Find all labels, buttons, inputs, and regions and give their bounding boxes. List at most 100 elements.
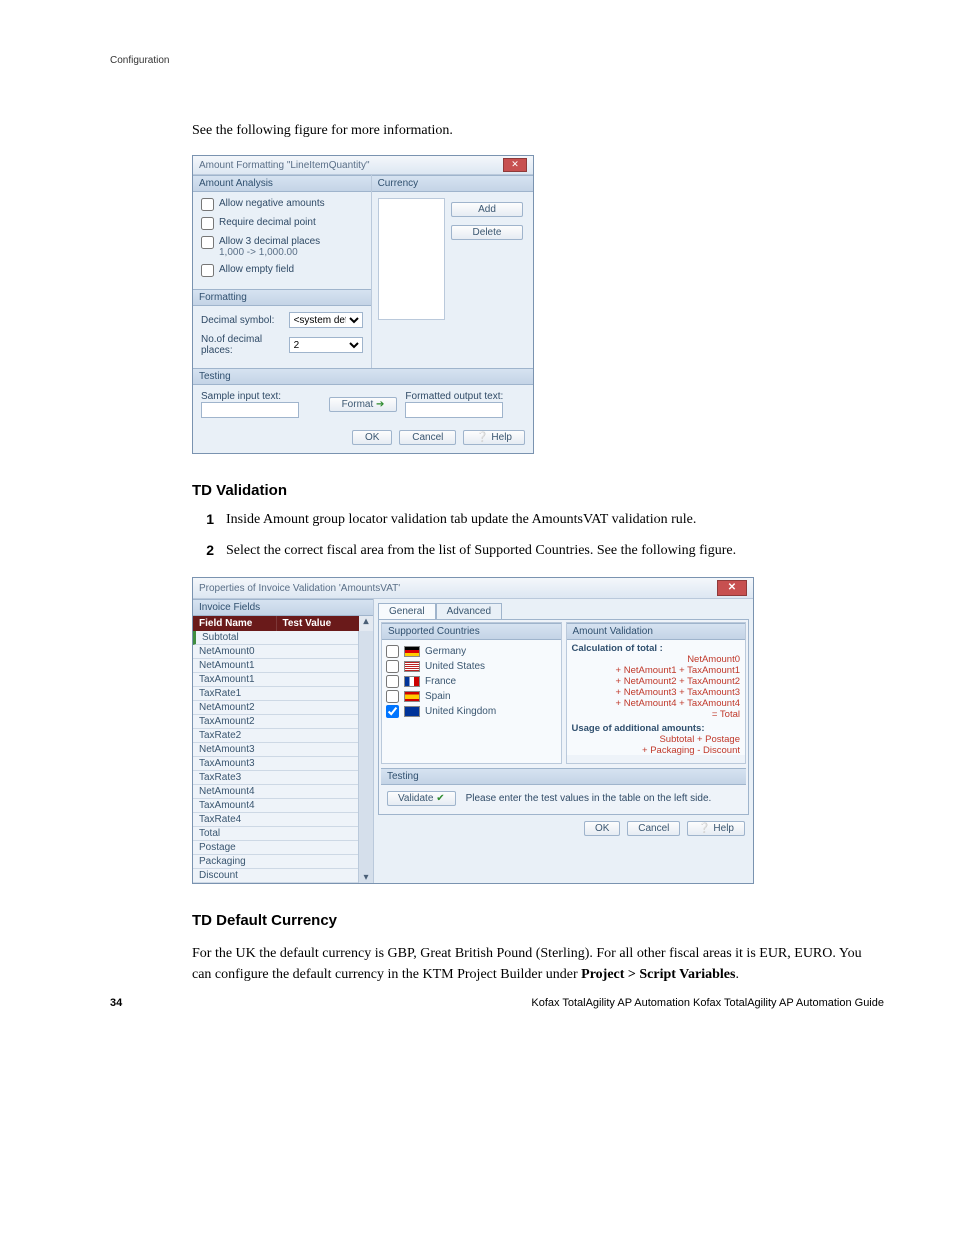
help-button[interactable]: ❔ Help xyxy=(463,430,525,445)
flag-icon-es xyxy=(404,691,420,702)
table-row[interactable]: TaxRate1 xyxy=(193,687,358,701)
dialog-title: Amount Formatting "LineItemQuantity" xyxy=(199,160,370,171)
country-label: United States xyxy=(425,661,485,672)
country-checkbox-uk[interactable] xyxy=(386,705,399,718)
usage-line: + Packaging - Discount xyxy=(572,745,741,755)
col-test-value: Test Value xyxy=(277,616,360,631)
sample-input-label: Sample input text: xyxy=(201,391,321,402)
table-row[interactable]: Packaging xyxy=(193,855,358,869)
help-icon: ❔ xyxy=(698,823,710,834)
ok-button[interactable]: OK xyxy=(584,821,620,836)
table-row[interactable]: Subtotal xyxy=(193,631,358,645)
list-number: 1 xyxy=(192,509,214,530)
flag-icon-de xyxy=(404,646,420,657)
table-row[interactable]: TaxRate4 xyxy=(193,813,358,827)
td-default-currency-heading: TD Default Currency xyxy=(192,912,884,929)
allow-empty-checkbox[interactable] xyxy=(201,264,214,277)
sample-input-field[interactable] xyxy=(201,402,299,418)
scrollbar[interactable]: ▾ xyxy=(358,631,373,883)
table-row[interactable]: TaxRate3 xyxy=(193,771,358,785)
formatted-output-label: Formatted output text: xyxy=(405,391,525,402)
table-row[interactable]: NetAmount0 xyxy=(193,645,358,659)
table-row[interactable]: NetAmount3 xyxy=(193,743,358,757)
intro-paragraph: See the following figure for more inform… xyxy=(192,120,884,141)
allow-3dec-label: Allow 3 decimal places xyxy=(219,236,320,247)
usage-label: Usage of additional amounts: xyxy=(572,723,741,734)
footer-doc-title: Kofax TotalAgility AP Automation Kofax T… xyxy=(531,997,884,1009)
calc-line: + NetAmount4 + TaxAmount4 xyxy=(572,698,741,709)
validate-button[interactable]: Validate ✔ xyxy=(387,791,456,806)
currency-header: Currency xyxy=(372,175,533,192)
tab-advanced[interactable]: Advanced xyxy=(436,603,502,619)
page-number: 34 xyxy=(110,997,122,1009)
country-checkbox-fr[interactable] xyxy=(386,675,399,688)
country-label: France xyxy=(425,676,456,687)
require-decimal-label: Require decimal point xyxy=(219,217,316,228)
list-number: 2 xyxy=(192,540,214,561)
table-row[interactable]: Postage xyxy=(193,841,358,855)
allow-3dec-hint: 1,000 -> 1,000.00 xyxy=(219,247,298,258)
amount-validation-header: Amount Validation xyxy=(567,623,746,640)
allow-negative-label: Allow negative amounts xyxy=(219,198,325,209)
ok-button[interactable]: OK xyxy=(352,430,392,445)
country-checkbox-de[interactable] xyxy=(386,645,399,658)
table-row[interactable]: NetAmount1 xyxy=(193,659,358,673)
help-button[interactable]: ❔ Help xyxy=(687,821,745,836)
allow-empty-label: Allow empty field xyxy=(219,264,294,275)
table-row[interactable]: Total xyxy=(193,827,358,841)
table-row[interactable]: Discount xyxy=(193,869,358,883)
country-label: Spain xyxy=(425,691,451,702)
decimal-places-select[interactable]: 2 xyxy=(289,337,363,353)
supported-countries-header: Supported Countries xyxy=(382,623,561,640)
country-checkbox-es[interactable] xyxy=(386,690,399,703)
cancel-button[interactable]: Cancel xyxy=(627,821,680,836)
scroll-up-icon[interactable]: ▴ xyxy=(359,616,373,631)
calc-line: + NetAmount2 + TaxAmount2 xyxy=(572,676,741,687)
table-row[interactable]: TaxAmount3 xyxy=(193,757,358,771)
calc-line: = Total xyxy=(572,709,741,720)
dialog-title: Properties of Invoice Validation 'Amount… xyxy=(199,583,400,594)
table-row[interactable]: TaxAmount2 xyxy=(193,715,358,729)
add-button[interactable]: Add xyxy=(451,202,523,217)
currency-list[interactable] xyxy=(378,198,445,320)
testing-header: Testing xyxy=(381,768,746,785)
close-icon[interactable]: ✕ xyxy=(717,580,747,596)
table-row[interactable]: NetAmount4 xyxy=(193,785,358,799)
formatted-output-field xyxy=(405,402,503,418)
delete-button[interactable]: Delete xyxy=(451,225,523,240)
td-validation-heading: TD Validation xyxy=(192,482,884,499)
usage-line: Subtotal + Postage xyxy=(572,734,741,745)
calc-line: NetAmount0 xyxy=(572,654,741,665)
help-icon: ❔ xyxy=(476,432,488,443)
decimal-places-label: No.of decimal places: xyxy=(201,334,289,356)
table-row[interactable]: TaxAmount4 xyxy=(193,799,358,813)
cancel-button[interactable]: Cancel xyxy=(399,430,456,445)
scroll-down-icon[interactable]: ▾ xyxy=(363,872,368,883)
calc-line: + NetAmount1 + TaxAmount1 xyxy=(572,665,741,676)
check-icon: ✔ xyxy=(436,793,444,804)
table-row[interactable]: TaxRate2 xyxy=(193,729,358,743)
require-decimal-checkbox[interactable] xyxy=(201,217,214,230)
country-checkbox-us[interactable] xyxy=(386,660,399,673)
allow-3dec-checkbox[interactable] xyxy=(201,236,214,249)
col-field-name: Field Name xyxy=(193,616,277,631)
arrow-right-icon: ➔ xyxy=(376,399,384,410)
currency-paragraph: For the UK the default currency is GBP, … xyxy=(192,943,884,985)
decimal-symbol-select[interactable]: <system def. xyxy=(289,312,363,328)
decimal-symbol-label: Decimal symbol: xyxy=(201,315,289,326)
tab-general[interactable]: General xyxy=(378,603,436,619)
calc-line: + NetAmount3 + TaxAmount3 xyxy=(572,687,741,698)
allow-negative-checkbox[interactable] xyxy=(201,198,214,211)
testing-header: Testing xyxy=(193,368,533,385)
flag-icon-uk xyxy=(404,706,420,717)
format-button[interactable]: Format ➔ xyxy=(329,397,398,412)
amount-analysis-header: Amount Analysis xyxy=(193,175,371,192)
table-row[interactable]: NetAmount2 xyxy=(193,701,358,715)
calculation-label: Calculation of total : xyxy=(572,643,741,654)
running-header: Configuration xyxy=(110,55,169,66)
close-icon[interactable]: ✕ xyxy=(503,158,527,172)
table-row[interactable]: TaxAmount1 xyxy=(193,673,358,687)
testing-hint: Please enter the test values in the tabl… xyxy=(466,793,712,804)
menu-path: Project > Script Variables xyxy=(581,967,735,982)
country-label: United Kingdom xyxy=(425,706,496,717)
